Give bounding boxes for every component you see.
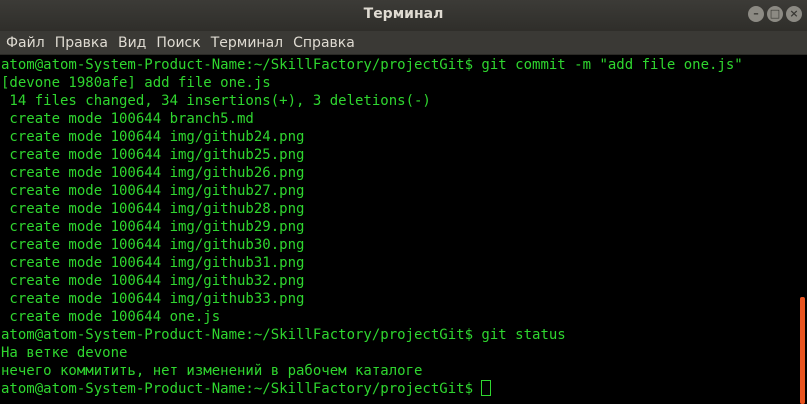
terminal-scrollbar[interactable] [798, 55, 807, 404]
terminal-line: 14 files changed, 34 insertions(+), 3 de… [1, 93, 431, 109]
terminal-line: create mode 100644 img/github33.png [1, 291, 305, 307]
terminal-line: create mode 100644 img/github31.png [1, 255, 305, 271]
menu-item-search[interactable]: Поиск [156, 35, 200, 51]
terminal-line: create mode 100644 branch5.md [1, 111, 254, 127]
terminal-line: atom@atom-System-Product-Name:~/SkillFac… [1, 327, 566, 343]
close-icon[interactable]: × [786, 6, 802, 22]
window-title: Терминал [363, 6, 444, 22]
terminal-line: create mode 100644 img/github25.png [1, 147, 305, 163]
terminal-line: create mode 100644 img/github26.png [1, 165, 305, 181]
menu-item-view[interactable]: Вид [118, 35, 146, 51]
terminal-line: create mode 100644 one.js [1, 309, 221, 325]
scrollbar-thumb[interactable] [800, 297, 805, 404]
terminal-line: create mode 100644 img/github30.png [1, 237, 305, 253]
terminal-line: нечего коммитить, нет изменений в рабоче… [1, 363, 423, 379]
menu-bar: Файл Правка Вид Поиск Терминал Справка [0, 31, 807, 55]
minimize-icon[interactable]: – [748, 6, 764, 22]
terminal-line: create mode 100644 img/github32.png [1, 273, 305, 289]
menu-item-terminal[interactable]: Терминал [211, 35, 283, 51]
text-cursor [481, 380, 492, 396]
window-controls: – □ × [748, 6, 802, 22]
terminal-line: На ветке devone [1, 345, 128, 361]
terminal-prompt: atom@atom-System-Product-Name:~/SkillFac… [1, 381, 482, 397]
terminal-line: create mode 100644 img/github27.png [1, 183, 305, 199]
menu-item-help[interactable]: Справка [293, 35, 355, 51]
menu-item-edit[interactable]: Правка [55, 35, 108, 51]
terminal-line: create mode 100644 img/github24.png [1, 129, 305, 145]
terminal-line: [devone 1980afe] add file one.js [1, 75, 271, 91]
maximize-icon[interactable]: □ [767, 6, 783, 22]
menu-item-file[interactable]: Файл [6, 35, 45, 51]
terminal-line: create mode 100644 img/github29.png [1, 219, 305, 235]
terminal-line: create mode 100644 img/github28.png [1, 201, 305, 217]
terminal-output[interactable]: atom@atom-System-Product-Name:~/SkillFac… [0, 55, 798, 404]
terminal-line: atom@atom-System-Product-Name:~/SkillFac… [1, 57, 743, 73]
terminal-prompt-line[interactable]: atom@atom-System-Product-Name:~/SkillFac… [1, 380, 798, 398]
title-bar: Терминал – □ × [0, 0, 807, 31]
